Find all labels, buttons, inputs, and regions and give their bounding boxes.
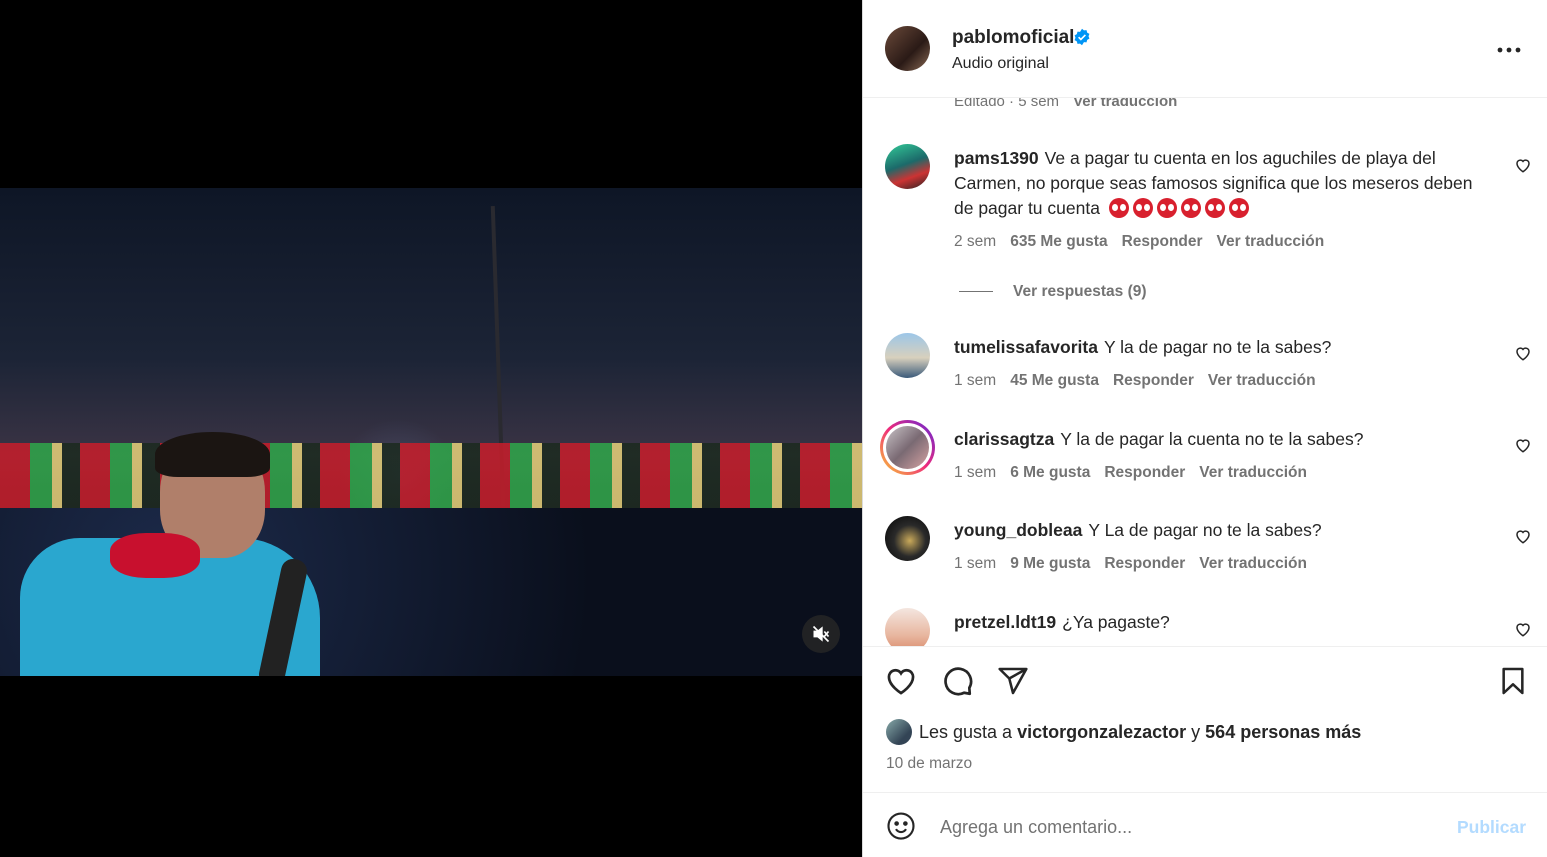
eyes-emoji-icon — [1180, 198, 1201, 218]
add-comment-bar: Publicar — [863, 792, 1547, 857]
comment-like-button[interactable] — [1513, 436, 1533, 456]
post-header: pablomoficial Audio original — [863, 0, 1547, 98]
liker-avatar — [886, 719, 912, 745]
comment-button[interactable] — [939, 664, 975, 700]
share-icon — [998, 667, 1028, 694]
translate-button[interactable]: Ver traducción — [1199, 464, 1307, 481]
comment-avatar[interactable] — [885, 516, 930, 561]
comment-time[interactable]: 1 sem — [954, 372, 996, 389]
reply-button[interactable]: Responder — [1104, 555, 1185, 572]
reply-button[interactable]: Responder — [1113, 372, 1194, 389]
publish-button[interactable]: Publicar — [1457, 817, 1526, 838]
caption-translate-link[interactable]: Ver traducción — [1073, 98, 1177, 110]
comment-text: Y la de pagar la cuenta no te la sabes? — [1060, 429, 1364, 449]
muted-speaker-icon — [812, 625, 830, 643]
comment-username[interactable]: tumelissafavorita — [954, 337, 1098, 357]
comment-avatar[interactable] — [885, 144, 930, 189]
reply-button[interactable]: Responder — [1122, 233, 1203, 250]
share-button[interactable] — [995, 664, 1031, 700]
comment-avatar[interactable] — [885, 333, 930, 378]
translate-button[interactable]: Ver traducción — [1208, 372, 1316, 389]
video-player[interactable] — [0, 188, 862, 676]
comment-like-button[interactable] — [1513, 527, 1533, 547]
comments-list[interactable]: Editado · 5 sem Ver traducción pams1390 Ve… — [863, 98, 1547, 646]
unmute-button[interactable] — [802, 615, 840, 653]
heart-icon — [887, 668, 915, 695]
comment-like-button[interactable] — [1513, 344, 1533, 364]
eyes-emoji-icon — [1108, 198, 1129, 218]
translate-button[interactable]: Ver traducción — [1199, 555, 1307, 572]
likes-others-link[interactable]: 564 personas más — [1205, 722, 1361, 743]
eyes-emoji-icon — [1204, 198, 1225, 218]
verified-badge-icon — [1074, 28, 1090, 46]
comment-username[interactable]: young_dobleaa — [954, 520, 1082, 540]
post-panel: pablomoficial Audio original Editado · 5… — [862, 0, 1547, 857]
comment-text: ¿Ya pagaste? — [1062, 612, 1170, 632]
video-frame-singer — [20, 432, 330, 676]
comment-icon — [944, 667, 973, 696]
post-date[interactable]: 10 de marzo — [886, 755, 972, 773]
post-actions: Les gusta a victorgonzalezactor y 564 pe… — [863, 646, 1547, 792]
comment-username[interactable]: clarissagtza — [954, 429, 1054, 449]
story-ring[interactable] — [880, 420, 935, 475]
heart-icon — [1516, 439, 1530, 453]
heart-icon — [1516, 623, 1530, 637]
comment-like-button[interactable] — [1513, 620, 1533, 640]
more-options-icon — [1497, 47, 1521, 52]
emoji-button[interactable] — [885, 811, 917, 843]
eyes-emoji-icon — [1132, 198, 1153, 218]
heart-icon — [1516, 347, 1530, 361]
author-avatar[interactable] — [885, 26, 930, 71]
heart-icon — [1516, 530, 1530, 544]
comment-like-button[interactable] — [1513, 156, 1533, 176]
eyes-emoji-icon — [1156, 198, 1177, 218]
comment-likes[interactable]: 45 Me gusta — [1010, 372, 1099, 389]
bookmark-icon — [1502, 667, 1524, 694]
media-panel — [0, 0, 862, 857]
reply-button[interactable]: Responder — [1104, 464, 1185, 481]
likes-summary[interactable]: Les gusta a victorgonzalezactor y 564 pe… — [886, 719, 1361, 745]
heart-icon — [1516, 159, 1530, 173]
comment-avatar[interactable] — [885, 608, 930, 646]
view-replies-button[interactable]: Ver respuestas (9) — [959, 283, 1147, 301]
comment-text: Y La de pagar no te la sabes? — [1088, 520, 1322, 540]
comment-likes[interactable]: 635 Me gusta — [1010, 233, 1107, 250]
more-options-button[interactable] — [1493, 36, 1525, 60]
comment-likes[interactable]: 6 Me gusta — [1010, 464, 1090, 481]
comment-text: Y la de pagar no te la sabes? — [1103, 337, 1332, 357]
comment-time[interactable]: 1 sem — [954, 555, 996, 572]
comment-avatar — [886, 426, 929, 469]
comment-username[interactable]: pretzel.ldt19 — [954, 612, 1056, 632]
comment-time[interactable]: 1 sem — [954, 464, 996, 481]
emoji-icon — [887, 812, 915, 840]
liker-username[interactable]: victorgonzalezactor — [1017, 722, 1186, 743]
caption-meta: Editado · 5 sem Ver traducción — [954, 98, 1177, 110]
save-button[interactable] — [1495, 664, 1531, 700]
comment-input[interactable] — [940, 811, 1420, 843]
like-button[interactable] — [883, 664, 919, 700]
comment-likes[interactable]: 9 Me gusta — [1010, 555, 1090, 572]
author-username[interactable]: pablomoficial — [952, 27, 1074, 49]
eyes-emoji-icon — [1228, 198, 1249, 218]
audio-link[interactable]: Audio original — [952, 55, 1049, 73]
comment-time[interactable]: 2 sem — [954, 233, 996, 250]
translate-button[interactable]: Ver traducción — [1217, 233, 1325, 250]
comment-username[interactable]: pams1390 — [954, 148, 1039, 168]
